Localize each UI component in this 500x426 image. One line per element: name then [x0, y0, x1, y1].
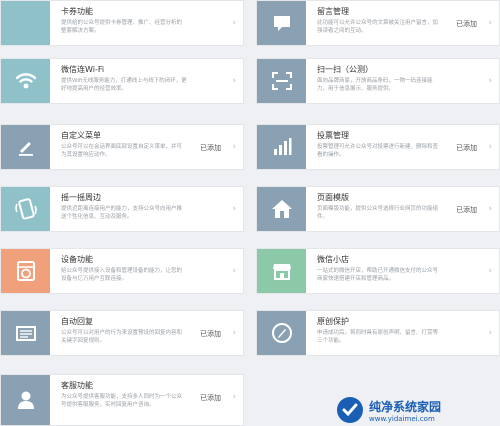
- plugin-desc: 公众号可以在会话界面底部设置自定义菜单，并可为其设置响应动作。: [61, 144, 183, 158]
- plugin-title: 自定义菜单: [61, 131, 101, 140]
- person-icon: [17, 391, 34, 409]
- plugin-desc: 面向品牌商家，开放商品条码，一物一码连接能力，用于信息展示、服务提供。: [317, 78, 433, 92]
- chevron-right-icon: ›: [232, 392, 236, 402]
- house-icon: [271, 200, 292, 218]
- plugin-title: 投票管理: [317, 131, 349, 140]
- chevron-right-icon: ›: [488, 142, 492, 152]
- plugin-title: 微信小店: [317, 255, 349, 264]
- plugin-card-customer-service[interactable]: 客服功能 为公众号提供客服功能，支持多人同时为一个公众号提供客服服务，实时回复用…: [0, 374, 244, 426]
- chevron-right-icon: ›: [232, 76, 236, 86]
- shake-phone-icon: [14, 198, 37, 220]
- status-added: 已添加: [456, 20, 477, 28]
- plugin-desc: 投票管理可允许公众号对投票进行新建、删除和查看的操作。: [317, 144, 439, 158]
- plugin-card-scan[interactable]: 扫一扫（公测） 面向品牌商家，开放商品条码，一物一码连接能力，用于信息展示、服务…: [256, 58, 500, 104]
- pen-icon: [18, 142, 33, 156]
- plugin-title: 原创保护: [317, 317, 349, 326]
- plugin-title: 留言管理: [317, 7, 349, 16]
- plugin-card-wifi[interactable]: 微信连Wi-Fi 提供Wifi无线服务能力，打通线上与线下的闭环，更好地提高用户…: [0, 58, 244, 104]
- plugin-title: 设备功能: [61, 255, 93, 264]
- status-added: 已添加: [200, 144, 221, 152]
- status-added: 已添加: [456, 144, 477, 152]
- plugin-title: 摇一摇周边: [61, 193, 101, 202]
- store-icon: [272, 264, 291, 280]
- chevron-right-icon: ›: [232, 142, 236, 152]
- plugin-title: 自动回复: [61, 317, 93, 326]
- plugin-card-vote[interactable]: 投票管理 投票管理可允许公众号对投票进行新建、删除和查看的操作。 已添加 ›: [256, 124, 500, 170]
- plugin-desc: 此功能可以允许公众号的文章被关注用户留言，加强读者之间的互动。: [317, 20, 439, 34]
- plugin-title: 页面模版: [317, 193, 349, 202]
- plugin-title: 客服功能: [61, 381, 93, 390]
- plugin-card-device[interactable]: 设备功能 给公众号提供接入设备和管理设备的能力，让您的设备与亿万用户互联连接。 …: [0, 248, 244, 294]
- plugin-card-shake[interactable]: 摇一摇周边 提供近距离连接用户的能力，支持公众号向用户推送个性化信息、互动及服务…: [0, 186, 244, 232]
- plugin-card-custom-menu[interactable]: 自定义菜单 公众号可以在会话界面底部设置自定义菜单，并可为其设置响应动作。 已添…: [0, 124, 244, 170]
- plugin-desc: 申请成功后，将同时具有原创声明、留言、打赏等三个功能。: [317, 330, 439, 344]
- plugin-title: 扫一扫（公测）: [317, 65, 373, 74]
- scan-icon: [271, 72, 292, 90]
- plugin-desc: 为公众号提供客服功能，支持多人同时为一个公众号提供客服服务，实时回复用户咨询。: [61, 394, 183, 408]
- plugin-desc: 提供给的公众号提供卡券管理、推广、经营分析的整套解决方案。: [61, 20, 183, 34]
- plugin-desc: 公众号可以对用户的行为来设置预设的回复内容和关键字回复规则。: [61, 330, 183, 344]
- chevron-right-icon: ›: [232, 204, 236, 214]
- plugin-card-wx-store[interactable]: 微信小店 一站式的微信开店，帮助已开通微信支付的公众号商家快速搭建开店和管理商品…: [256, 248, 500, 294]
- status-added: 已添加: [200, 330, 221, 338]
- wifi-icon: [15, 73, 36, 89]
- keyboard-icon: [15, 326, 36, 341]
- chevron-right-icon: ›: [232, 18, 236, 28]
- washer-icon: [16, 261, 35, 281]
- plugin-desc: 给公众号提供接入设备和管理设备的能力，让您的设备与亿万用户互联连接。: [61, 268, 183, 282]
- card-coupon-tile: [1, 1, 50, 45]
- plugin-card-original-protect[interactable]: 原创保护 申请成功后，将同时具有原创声明、留言、打赏等三个功能。 ›: [256, 310, 500, 356]
- plugin-card-page-template[interactable]: 页面模版 页面模版功能，提供公众号选择行业网页的功能组件。 已添加 ›: [256, 186, 500, 232]
- site-watermark: 纯净系统家园 www.yidaimei.com: [335, 394, 500, 426]
- chat-icon: [273, 16, 290, 31]
- plugin-desc: 提供Wifi无线服务能力，打通线上与线下的闭环，更好地提高用户的经营效率。: [61, 78, 187, 92]
- bar-chart-icon: [273, 138, 291, 155]
- plugin-card-card-coupon[interactable]: 卡券功能 提供给的公众号提供卡券管理、推广、经营分析的整套解决方案。 ›: [0, 0, 244, 46]
- plugin-title: 微信连Wi-Fi: [61, 65, 105, 74]
- chevron-right-icon: ›: [488, 328, 492, 338]
- plugin-card-message[interactable]: 留言管理 此功能可以允许公众号的文章被关注用户留言，加强读者之间的互动。 已添加…: [256, 0, 500, 46]
- plugin-card-auto-reply[interactable]: 自动回复 公众号可以对用户的行为来设置预设的回复内容和关键字回复规则。 已添加 …: [0, 310, 244, 356]
- chevron-right-icon: ›: [488, 18, 492, 28]
- watermark-name: 纯净系统家园: [369, 399, 442, 414]
- chevron-right-icon: ›: [488, 204, 492, 214]
- watermark-url: www.yidaimei.com: [369, 414, 435, 423]
- plugin-desc: 一站式的微信开店，帮助已开通微信支付的公众号商家快速搭建开店和管理商品。: [317, 268, 439, 282]
- chevron-right-icon: ›: [488, 76, 492, 86]
- chevron-right-icon: ›: [232, 328, 236, 338]
- plugin-desc: 提供近距离连接用户的能力，支持公众号向用户推送个性化信息、互动及服务。: [61, 206, 183, 220]
- chevron-right-icon: ›: [488, 266, 492, 276]
- plugin-title: 卡券功能: [61, 7, 93, 16]
- watermark-logo-icon: [337, 397, 363, 423]
- chevron-right-icon: ›: [232, 266, 236, 276]
- plugin-desc: 页面模版功能，提供公众号选择行业网页的功能组件。: [317, 206, 439, 220]
- compass-icon: [271, 323, 292, 343]
- status-added: 已添加: [456, 206, 477, 214]
- status-added: 已添加: [200, 394, 221, 402]
